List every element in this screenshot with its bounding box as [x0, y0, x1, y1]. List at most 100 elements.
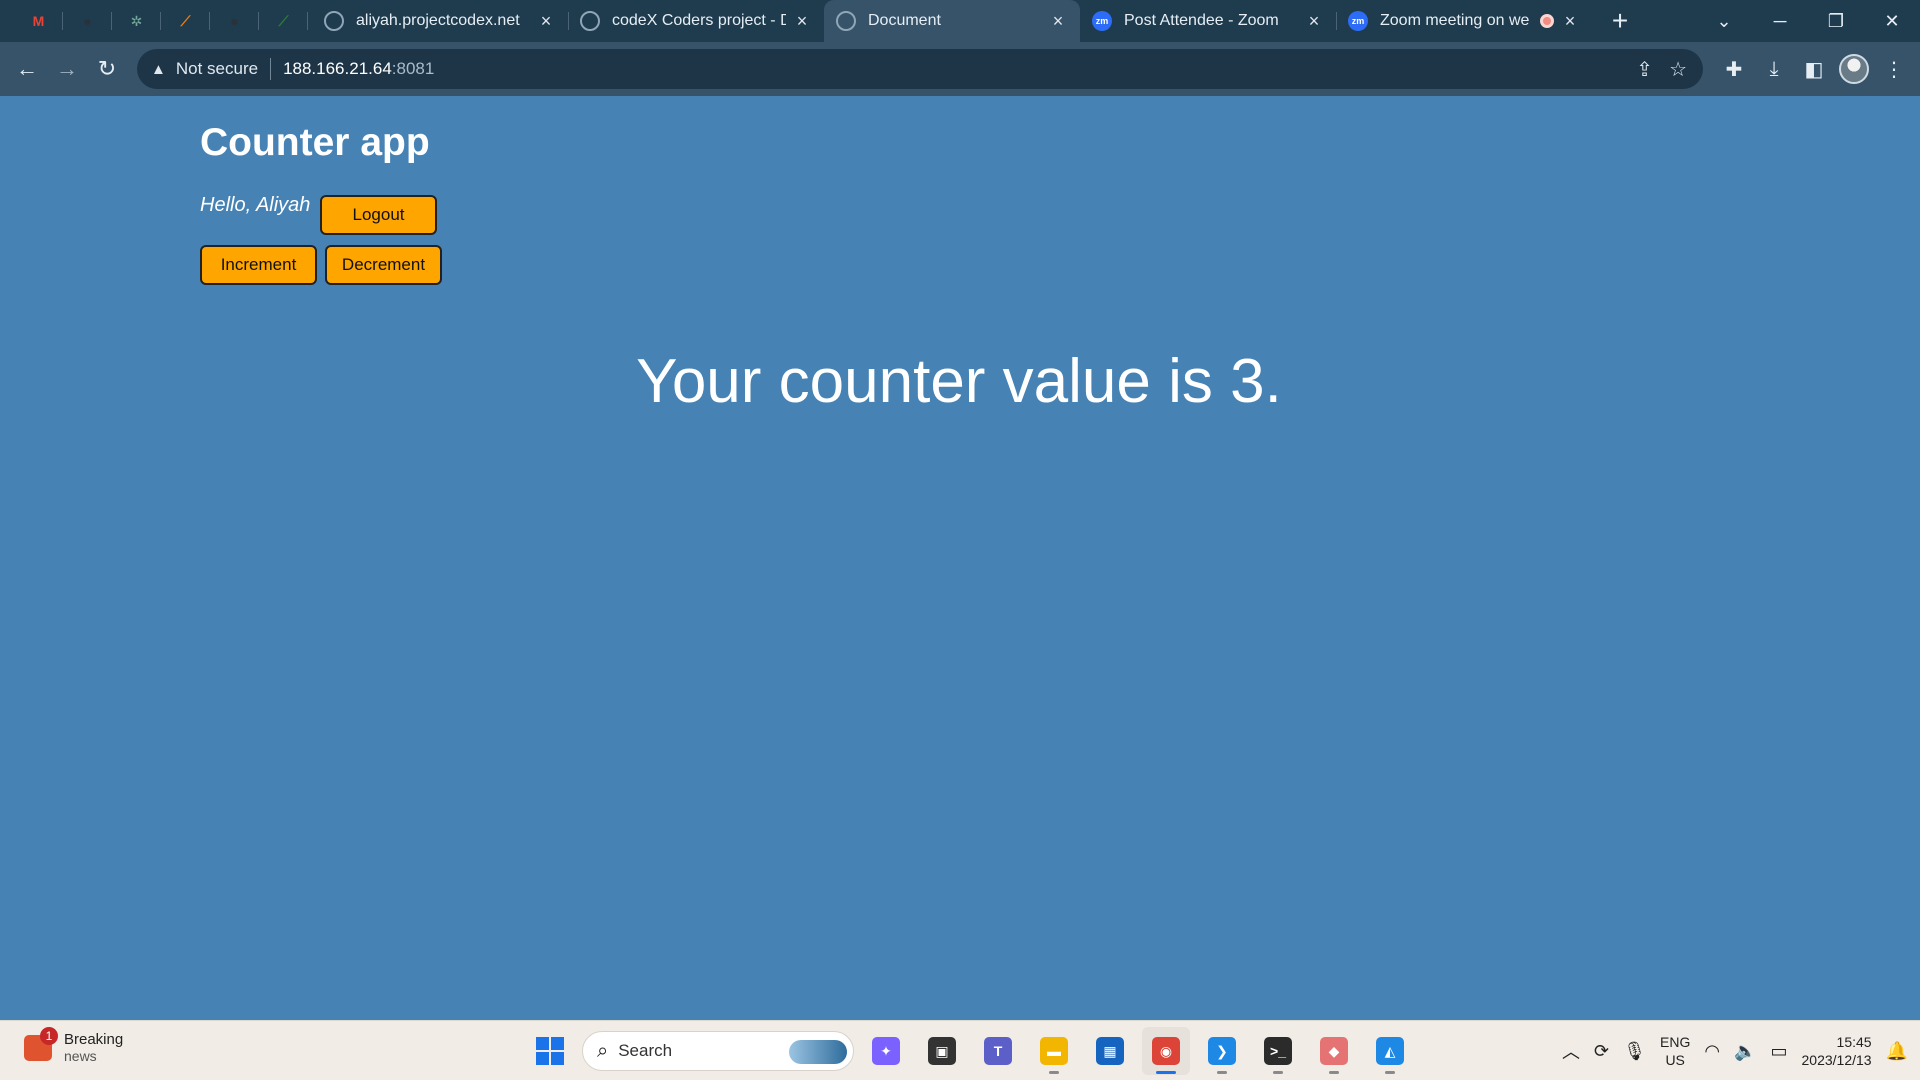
vscode-taskbar-button[interactable]: ❯: [1198, 1027, 1246, 1075]
tab-2[interactable]: codeX Coders project - Di ×: [568, 0, 824, 42]
url-port[interactable]: :8081: [392, 59, 435, 79]
back-icon[interactable]: ←: [7, 49, 47, 89]
close-window-icon[interactable]: ✕: [1864, 0, 1920, 42]
system-tray: ︿ ⟳ 🎙 ENG US ◠ 🔈 ▭ 15:45 2023/12/13 🔔: [1562, 1021, 1908, 1080]
restore-icon[interactable]: ❐: [1808, 0, 1864, 42]
notification-bell-icon[interactable]: 🔔: [1886, 1041, 1908, 1062]
taskbar-search[interactable]: ⌕ Search: [582, 1031, 854, 1071]
chatgpt-icon: ✲: [130, 12, 143, 29]
tab-title: Zoom meeting on we: [1380, 12, 1530, 29]
pinned-tab[interactable]: ●: [63, 0, 112, 42]
search-icon: ⌕: [597, 1039, 609, 1062]
new-tab-button[interactable]: +: [1600, 0, 1640, 42]
wifi-icon[interactable]: ◠: [1704, 1041, 1720, 1062]
sync-icon[interactable]: ⟳: [1594, 1041, 1609, 1062]
tab-1[interactable]: aliyah.projectcodex.net ×: [312, 0, 568, 42]
clock[interactable]: 15:45 2023/12/13: [1802, 1033, 1872, 1069]
clock-time: 15:45: [1836, 1034, 1872, 1050]
volume-icon[interactable]: 🔈: [1734, 1041, 1756, 1062]
share-icon[interactable]: ⇪: [1636, 57, 1653, 82]
tab-title: Post Attendee - Zoom: [1124, 12, 1279, 29]
running-indicator: [1049, 1071, 1059, 1074]
window-controls: ⌄ ─ ❐ ✕: [1696, 0, 1920, 42]
omnibox-actions: ⇪ ☆: [1636, 57, 1687, 82]
zoom-icon: zm: [1348, 11, 1368, 31]
battery-icon[interactable]: ▭: [1770, 1041, 1787, 1062]
running-indicator: [1329, 1071, 1339, 1074]
security-label[interactable]: Not secure: [176, 59, 258, 79]
pinned-tabs: M ● ✲ ⟋ ● ⟋: [0, 0, 308, 42]
show-hidden-icons-icon[interactable]: ︿: [1562, 1038, 1580, 1064]
warning-icon[interactable]: ▲: [151, 61, 166, 78]
photos-icon: ◭: [1376, 1037, 1404, 1065]
start-icon[interactable]: [526, 1027, 574, 1075]
task-view-taskbar-button[interactable]: ▣: [918, 1027, 966, 1075]
running-indicator: [1273, 1071, 1283, 1074]
news-badge: 1: [40, 1026, 58, 1045]
file-explorer-taskbar-button[interactable]: ▬: [1030, 1027, 1078, 1075]
news-widget[interactable]: 1 Breaking news: [24, 1026, 124, 1064]
decrement-button[interactable]: Decrement: [325, 245, 442, 285]
toolbar-actions: ✚ ⤓ ◧ ⋮: [1716, 49, 1912, 89]
taskbar-apps: ⌕ Search ✦ ▣ T ▬ ▦ ◉ ❯ >_ ◆ ◭: [526, 1026, 1414, 1076]
search-placeholder: Search: [618, 1041, 673, 1060]
chrome-icon: ◉: [1152, 1037, 1180, 1065]
extensions-icon[interactable]: ✚: [1716, 51, 1752, 87]
tab-4[interactable]: zm Post Attendee - Zoom ×: [1080, 0, 1336, 42]
tab-3[interactable]: Document ×: [824, 0, 1080, 42]
page-content: Counter app Hello, Aliyah Logout Increme…: [0, 96, 1920, 1020]
tab-title: aliyah.projectcodex.net: [356, 12, 520, 29]
recording-icon: [1540, 14, 1554, 28]
pinned-tab[interactable]: M: [14, 0, 63, 42]
minimize-icon[interactable]: ─: [1752, 0, 1808, 42]
running-indicator: [1385, 1071, 1395, 1074]
browser-tab-strip: M ● ✲ ⟋ ● ⟋ aliyah.projectcodex.net × codeX Cod…: [0, 0, 1920, 42]
forward-icon[interactable]: →: [47, 49, 87, 89]
greeting-text: Hello, Aliyah: [200, 194, 311, 216]
microphone-icon[interactable]: 🎙: [1623, 1041, 1646, 1062]
copilot-taskbar-button[interactable]: ✦: [862, 1027, 910, 1075]
reload-icon[interactable]: ↻: [87, 49, 127, 89]
github-icon: ●: [230, 13, 239, 29]
url-host[interactable]: 188.166.21.64: [283, 59, 392, 79]
logout-button[interactable]: Logout: [320, 195, 437, 235]
running-indicator: [1156, 1071, 1176, 1074]
photos-taskbar-button[interactable]: ◭: [1366, 1027, 1414, 1075]
close-tab-icon[interactable]: ×: [1560, 11, 1580, 31]
download-icon[interactable]: ⤓: [1756, 51, 1792, 87]
address-bar[interactable]: ▲ Not secure 188.166.21.64:8081 ⇪ ☆: [137, 49, 1703, 89]
terminal-icon: >_: [1264, 1037, 1292, 1065]
close-tab-icon[interactable]: ×: [1048, 11, 1068, 31]
pinned-tab[interactable]: ⟋: [161, 0, 210, 42]
profile-avatar[interactable]: [1836, 51, 1872, 87]
increment-button[interactable]: Increment: [200, 245, 317, 285]
lang-bottom: US: [1665, 1052, 1685, 1068]
pinned-tab[interactable]: ✲: [112, 0, 161, 42]
vscode-icon: ❯: [1208, 1037, 1236, 1065]
chrome-taskbar-button[interactable]: ◉: [1142, 1027, 1190, 1075]
menu-icon[interactable]: ⋮: [1876, 51, 1912, 87]
tasks-icon: ⟋: [180, 12, 191, 29]
kite-taskbar-button[interactable]: ◆: [1310, 1027, 1358, 1075]
close-tab-icon[interactable]: ×: [536, 11, 556, 31]
teams-taskbar-button[interactable]: T: [974, 1027, 1022, 1075]
leaf-icon: ⟋: [278, 12, 289, 29]
pinned-tab[interactable]: ●: [210, 0, 259, 42]
bookmark-star-icon[interactable]: ☆: [1669, 57, 1687, 82]
store-taskbar-button[interactable]: ▦: [1086, 1027, 1134, 1075]
close-tab-icon[interactable]: ×: [1304, 11, 1324, 31]
close-tab-icon[interactable]: ×: [792, 11, 812, 31]
language-indicator[interactable]: ENG US: [1660, 1033, 1690, 1069]
browser-toolbar: ← → ↻ ▲ Not secure 188.166.21.64:8081 ⇪ …: [0, 42, 1920, 96]
gmail-icon: M: [32, 13, 45, 29]
pinned-tab[interactable]: ⟋: [259, 0, 308, 42]
side-panel-icon[interactable]: ◧: [1796, 51, 1832, 87]
news-title: Breaking: [64, 1031, 124, 1048]
copilot-icon: ✦: [872, 1037, 900, 1065]
terminal-taskbar-button[interactable]: >_: [1254, 1027, 1302, 1075]
clock-date: 2023/12/13: [1801, 1052, 1872, 1068]
counter-display: Your counter value is 3.: [636, 347, 1282, 416]
tab-search-icon[interactable]: ⌄: [1696, 0, 1752, 42]
tab-title: codeX Coders project - Di: [612, 12, 786, 29]
tab-5[interactable]: zm Zoom meeting on we ×: [1336, 0, 1592, 42]
